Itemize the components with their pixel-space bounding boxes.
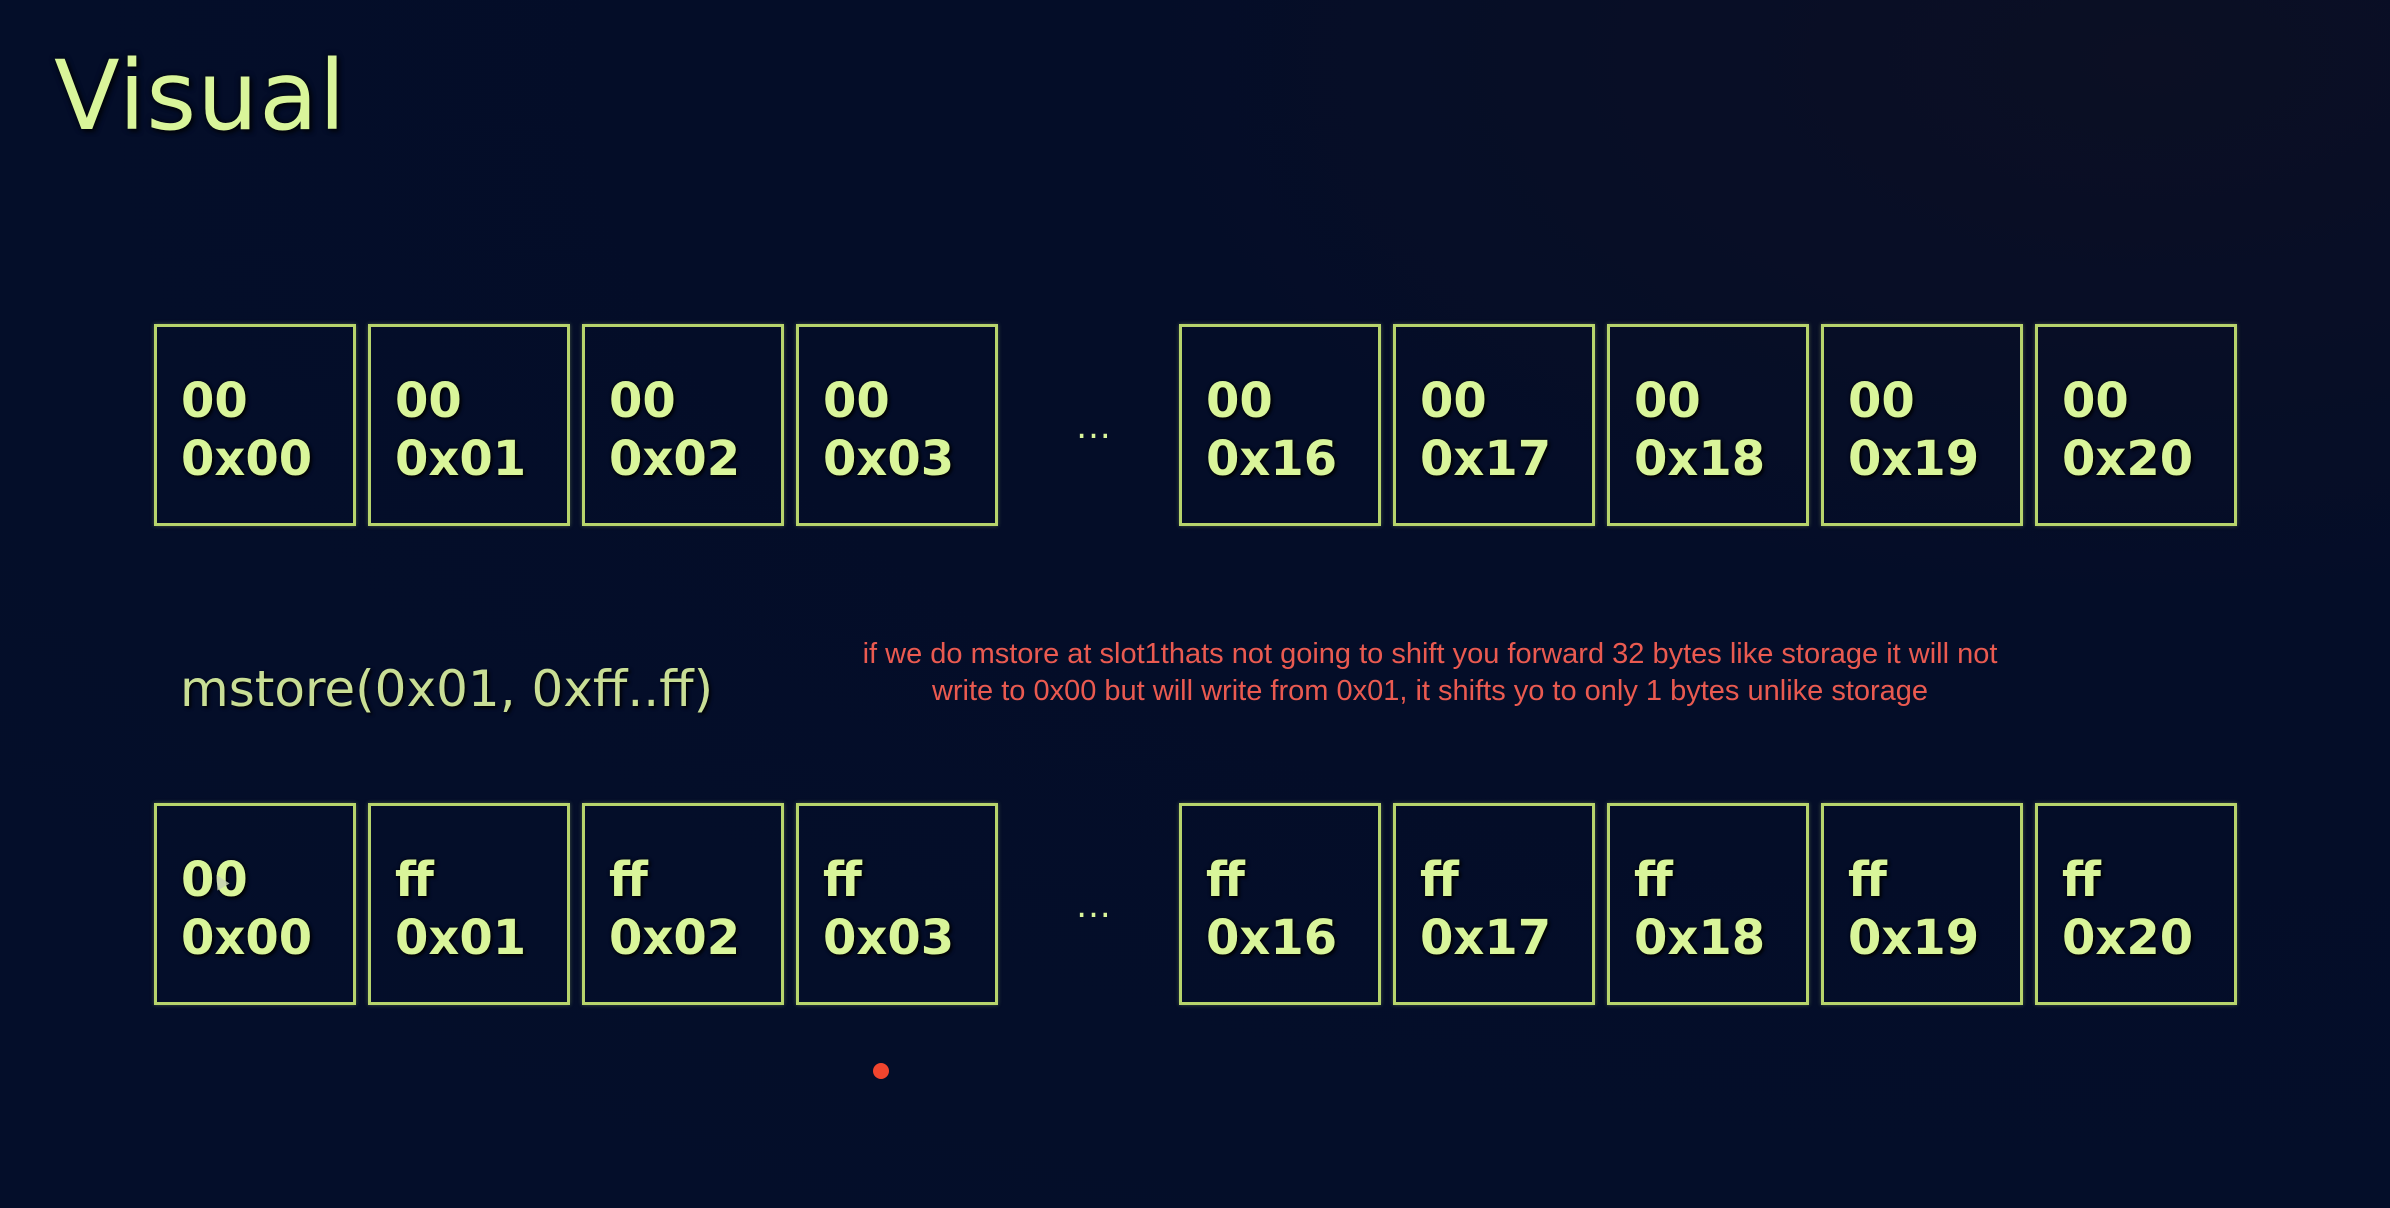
annotation-line: if we do mstore at slot1thats not going … (862, 638, 1998, 670)
cell-value: ff (823, 852, 862, 908)
cell-value: 00 (1634, 373, 1701, 429)
memory-cell: ff 0x01 (368, 803, 570, 1005)
memory-cell: ff 0x16 (1179, 803, 1381, 1005)
memory-cell: 00 0x03 (796, 324, 998, 526)
cell-value: 00 (823, 373, 890, 429)
memory-cell: 00 0x00 (154, 324, 356, 526)
annotation-note: if we do mstore at slot1thats not going … (780, 636, 2080, 710)
cell-address: 0x02 (609, 431, 741, 487)
ellipsis: ... (1076, 886, 1112, 926)
memory-cell: 00 0x17 (1393, 324, 1595, 526)
cell-address: 0x01 (395, 431, 527, 487)
cell-address: 0x01 (395, 910, 527, 966)
cell-value: ff (395, 852, 434, 908)
memory-cell: ff 0x20 (2035, 803, 2237, 1005)
cell-address: 0x18 (1634, 431, 1766, 487)
memory-cell: 00 0x16 (1179, 324, 1381, 526)
memory-cell: 00 0x19 (1821, 324, 2023, 526)
memory-cell: 00 0x20 (2035, 324, 2237, 526)
memory-cell: ff 0x18 (1607, 803, 1809, 1005)
cell-address: 0x20 (2062, 910, 2194, 966)
cell-address: 0x19 (1848, 910, 1980, 966)
slide-title: Visual (54, 40, 347, 152)
memory-cell: 00 0x01 (368, 324, 570, 526)
cell-address: 0x20 (2062, 431, 2194, 487)
cell-address: 0x19 (1848, 431, 1980, 487)
cell-value: 00 (1206, 373, 1273, 429)
cell-address: 0x17 (1420, 431, 1552, 487)
red-dot-icon (873, 1063, 889, 1079)
memory-cell: ff 0x19 (1821, 803, 2023, 1005)
cell-value: 00 (609, 373, 676, 429)
memory-cell: ff 0x17 (1393, 803, 1595, 1005)
cell-value: 00 (395, 373, 462, 429)
cell-address: 0x18 (1634, 910, 1766, 966)
memory-cell: ff 0x02 (582, 803, 784, 1005)
cell-address: 0x00 (181, 910, 313, 966)
cell-value: 00 (2062, 373, 2129, 429)
cell-address: 0x03 (823, 910, 955, 966)
cell-value: ff (609, 852, 648, 908)
cell-address: 0x03 (823, 431, 955, 487)
memory-cell: 00 0x18 (1607, 324, 1809, 526)
cell-address: 0x17 (1420, 910, 1552, 966)
cell-value: ff (1420, 852, 1459, 908)
cell-address: 0x16 (1206, 431, 1338, 487)
cell-value: ff (1634, 852, 1673, 908)
memory-cell: 00 0x02 (582, 324, 784, 526)
memory-row-before: 00 0x00 00 0x01 00 0x02 00 0x03 ... 00 0… (154, 324, 2237, 526)
cell-value: 00 (1420, 373, 1487, 429)
cell-address: 0x02 (609, 910, 741, 966)
cell-value: 00 (181, 373, 248, 429)
memory-cell: ff 0x03 (796, 803, 998, 1005)
mstore-operation-label: mstore(0x01, 0xff..ff) (180, 660, 714, 718)
annotation-line: write to 0x00 but will write from 0x01, … (931, 675, 1929, 707)
cell-value: ff (1206, 852, 1245, 908)
memory-cell: 00 0x00 (154, 803, 356, 1005)
memory-row-after: 00 0x00 ff 0x01 ff 0x02 ff 0x03 ... ff 0… (154, 803, 2237, 1005)
cell-address: 0x16 (1206, 910, 1338, 966)
cell-value: ff (2062, 852, 2101, 908)
cell-value: ff (1848, 852, 1887, 908)
cell-address: 0x00 (181, 431, 313, 487)
cell-value: 00 (1848, 373, 1915, 429)
ellipsis: ... (1076, 407, 1112, 447)
